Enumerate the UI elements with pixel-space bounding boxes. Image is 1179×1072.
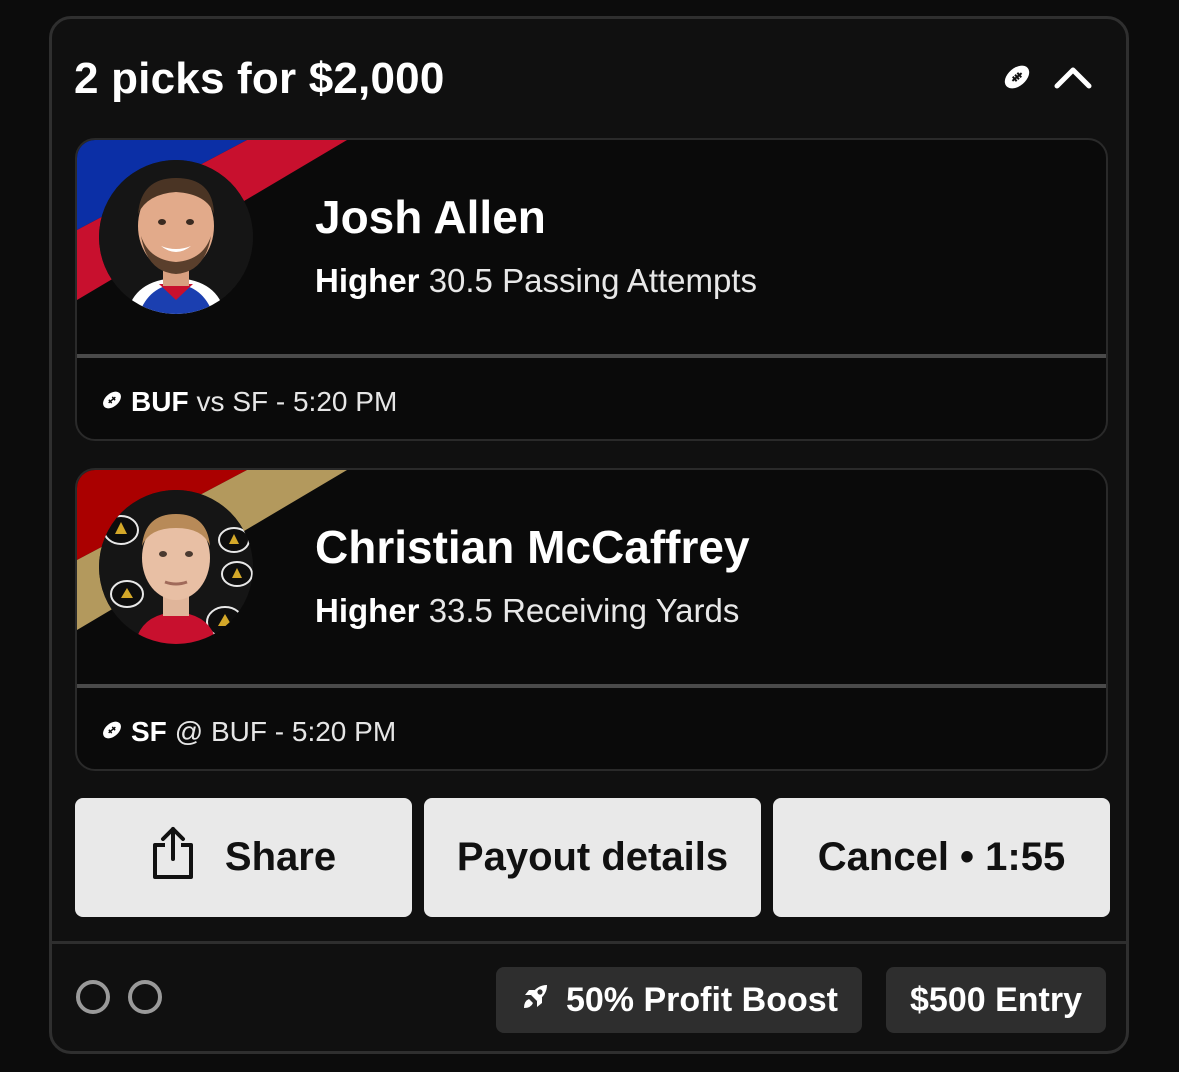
football-icon	[101, 386, 123, 418]
game-info: SF @ BUF - 5:20 PM	[101, 716, 396, 748]
rocket-icon	[520, 980, 552, 1021]
chevron-up-icon[interactable]	[1054, 65, 1092, 94]
game-info: BUF vs SF - 5:20 PM	[101, 386, 397, 418]
action-buttons: Share Payout details Cancel • 1:55	[75, 798, 1110, 917]
pick-stat-line: 33.5 Receiving Yards	[428, 592, 740, 629]
header-icons	[1002, 62, 1092, 97]
player-avatar	[99, 490, 253, 644]
cancel-label: Cancel • 1:55	[817, 835, 1066, 879]
entry-amount-badge: $500 Entry	[886, 967, 1106, 1033]
entry-amount-label: $500 Entry	[910, 980, 1082, 1019]
player-name: Christian McCaffrey	[315, 521, 750, 573]
entry-title: 2 picks for $2,000	[74, 54, 445, 103]
pick-card[interactable]: Josh Allen Higher 30.5 Passing Attempts …	[75, 138, 1108, 441]
game-matchup-time: @ BUF - 5:20 PM	[174, 716, 397, 747]
share-button[interactable]: Share	[75, 798, 412, 917]
profit-boost-label: 50% Profit Boost	[565, 980, 838, 1019]
pick-status-indicators	[76, 980, 162, 1014]
footer-divider	[52, 941, 1126, 944]
footer-badges: 50% Profit Boost $500 Entry	[495, 967, 1106, 1033]
player-name: Josh Allen	[315, 191, 546, 243]
pick-direction: Higher	[315, 592, 420, 629]
player-avatar	[99, 160, 253, 314]
football-icon	[101, 716, 123, 748]
football-icon	[1002, 62, 1032, 97]
pick-projection: Higher 33.5 Receiving Yards	[315, 592, 739, 630]
pick-direction: Higher	[315, 262, 420, 299]
share-label: Share	[224, 835, 337, 879]
game-team: SF	[131, 716, 167, 747]
profit-boost-badge: 50% Profit Boost	[495, 967, 862, 1033]
pick-status-dot	[128, 980, 162, 1014]
share-icon	[151, 825, 195, 891]
pick-divider	[77, 354, 1106, 358]
entry-card: 2 picks for $2,000 Josh Allen Higher 30.…	[49, 16, 1129, 1054]
cancel-button[interactable]: Cancel • 1:55	[773, 798, 1110, 917]
pick-projection: Higher 30.5 Passing Attempts	[315, 262, 757, 300]
pick-divider	[77, 684, 1106, 688]
pick-card[interactable]: Christian McCaffrey Higher 33.5 Receivin…	[75, 468, 1108, 771]
entry-header: 2 picks for $2,000	[74, 47, 1104, 111]
game-team: BUF	[131, 386, 189, 417]
game-matchup-time: vs SF - 5:20 PM	[196, 386, 398, 417]
pick-stat-line: 30.5 Passing Attempts	[428, 262, 758, 299]
payout-details-label: Payout details	[456, 835, 729, 879]
payout-details-button[interactable]: Payout details	[424, 798, 761, 917]
pick-status-dot	[76, 980, 110, 1014]
